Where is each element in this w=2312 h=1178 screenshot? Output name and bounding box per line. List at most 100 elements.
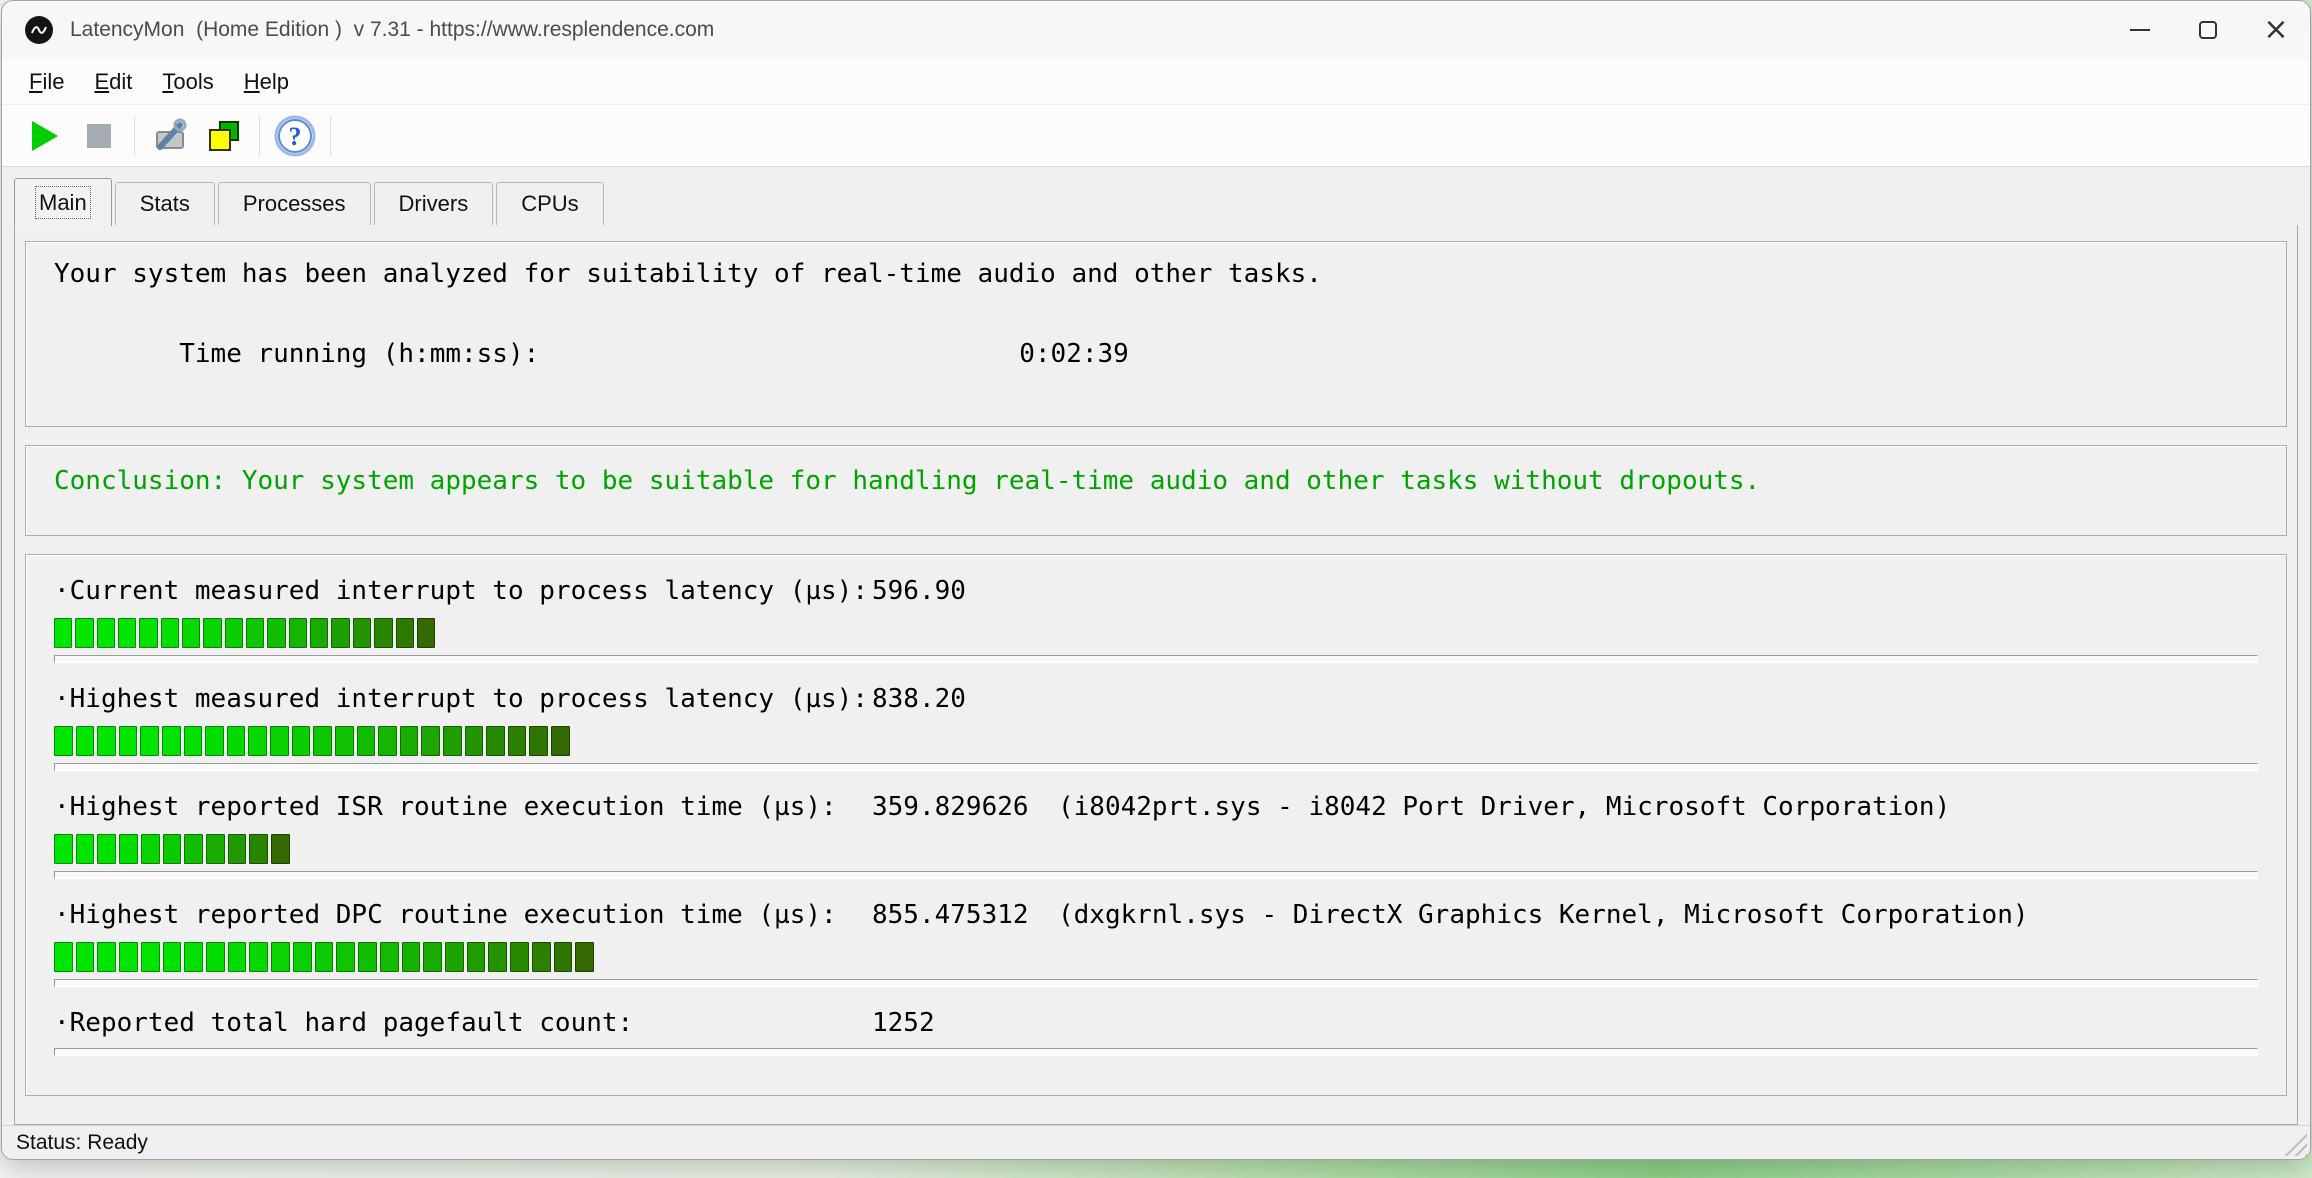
bar-segment: [417, 618, 435, 648]
tab-main[interactable]: Main: [14, 178, 112, 226]
metric-text: ·Highest measured interrupt to process l…: [54, 681, 2258, 717]
bar-segment: [378, 726, 397, 756]
copy-report-icon: [204, 116, 244, 156]
bar-segment: [508, 726, 527, 756]
metric-row: ·Highest reported DPC routine execution …: [54, 897, 2258, 987]
metric-label-cell: ·Reported total hard pagefault count:: [54, 1005, 872, 1041]
toolbar: ?: [2, 105, 2310, 167]
bar-segment: [119, 726, 138, 756]
bar-segment: [139, 618, 157, 648]
svg-text:?: ?: [289, 122, 302, 151]
bar-segment: [310, 618, 328, 648]
metric-bar: [54, 726, 2258, 756]
close-icon: ×: [2263, 15, 2288, 45]
metric-bullet: ·: [54, 684, 70, 714]
metric-label: Highest measured interrupt to process la…: [70, 684, 868, 714]
bar-segment: [203, 618, 221, 648]
tab-cpus[interactable]: CPUs: [496, 182, 603, 225]
time-running-value: 0:02:39: [1019, 339, 1129, 369]
bar-segment: [162, 726, 181, 756]
metric-label: Current measured interrupt to process la…: [70, 576, 868, 606]
analysis-line: Your system has been analyzed for suitab…: [54, 254, 2258, 294]
bar-segment: [486, 726, 505, 756]
main-tab-page: Your system has been analyzed for suitab…: [14, 224, 2298, 1125]
metric-label: Reported total hard pagefault count:: [70, 1008, 634, 1038]
conclusion-box: Conclusion: Your system appears to be su…: [25, 445, 2287, 536]
metric-bar: [54, 942, 2258, 972]
help-button[interactable]: ?: [268, 111, 322, 161]
bar-segment: [353, 618, 371, 648]
metric-bar-groove: [54, 1048, 2258, 1056]
menu-file[interactable]: File: [14, 63, 79, 101]
bar-segment: [163, 942, 182, 972]
toolbar-separator: [134, 116, 135, 156]
metric-bar-fill: [54, 834, 290, 864]
start-monitor-button[interactable]: [18, 111, 72, 161]
close-button[interactable]: ×: [2242, 1, 2310, 59]
bar-segment: [246, 618, 264, 648]
bar-segment: [529, 726, 548, 756]
app-icon[interactable]: [24, 15, 54, 45]
metrics-box: · Current measured interrupt to process l…: [25, 554, 2287, 1096]
bar-segment: [76, 834, 95, 864]
bar-segment: [358, 942, 377, 972]
bar-segment: [554, 942, 573, 972]
minimize-icon: [2130, 29, 2150, 31]
bar-segment: [119, 942, 138, 972]
menu-help[interactable]: Help: [229, 63, 304, 101]
bar-segment: [184, 726, 203, 756]
bar-segment: [575, 942, 594, 972]
metric-row: ·Highest measured interrupt to process l…: [54, 681, 2258, 771]
bar-segment: [248, 726, 267, 756]
bar-segment: [184, 942, 203, 972]
bar-segment: [97, 942, 116, 972]
bar-segment: [335, 726, 354, 756]
menu-edit[interactable]: Edit: [79, 63, 147, 101]
bar-segment: [75, 618, 93, 648]
resize-grip[interactable]: [2283, 1132, 2307, 1156]
bar-segment: [97, 834, 116, 864]
metric-value: 359.829626: [872, 789, 1058, 825]
tab-drivers-label: Drivers: [399, 191, 469, 216]
metric-text: ·Highest reported ISR routine execution …: [54, 789, 2258, 825]
bar-segment: [267, 618, 285, 648]
tab-drivers[interactable]: Drivers: [374, 182, 494, 225]
options-icon: [150, 116, 190, 156]
title-bar[interactable]: LatencyMon (Home Edition ) v 7.31 - http…: [2, 1, 2310, 59]
bar-segment: [182, 618, 200, 648]
bar-segment: [532, 942, 551, 972]
bar-segment: [374, 618, 392, 648]
bar-segment: [271, 834, 290, 864]
bar-segment: [271, 942, 290, 972]
metric-label-cell: ·Highest measured interrupt to process l…: [54, 681, 872, 717]
bar-segment: [54, 726, 73, 756]
bar-segment: [97, 618, 115, 648]
minimize-button[interactable]: [2106, 1, 2174, 59]
tab-stats[interactable]: Stats: [115, 182, 215, 225]
metric-value: 596.90: [872, 573, 1058, 609]
stop-monitor-button[interactable]: [72, 111, 126, 161]
tab-processes[interactable]: Processes: [218, 182, 371, 225]
bar-segment: [551, 726, 570, 756]
maximize-button[interactable]: [2174, 1, 2242, 59]
bar-segment: [292, 726, 311, 756]
metric-bar-groove: [54, 871, 2258, 879]
options-button[interactable]: [143, 111, 197, 161]
metric-detail: (i8042prt.sys - i8042 Port Driver, Micro…: [1058, 792, 1950, 822]
metric-label: Highest reported DPC routine execution t…: [70, 900, 837, 930]
metric-row: ·Reported total hard pagefault count:125…: [54, 1005, 2258, 1056]
tab-processes-label: Processes: [243, 191, 346, 216]
metric-text: ·Highest reported DPC routine execution …: [54, 897, 2258, 933]
bar-segment: [205, 726, 224, 756]
metric-label-cell: ·Current measured interrupt to process l…: [54, 573, 872, 609]
bar-segment: [400, 726, 419, 756]
copy-report-button[interactable]: [197, 111, 251, 161]
bar-segment: [331, 618, 349, 648]
status-bar: Status: Ready: [2, 1125, 2310, 1159]
metric-bullet: ·: [54, 792, 70, 822]
bar-segment: [443, 726, 462, 756]
menu-tools[interactable]: Tools: [147, 63, 228, 101]
tab-main-label: Main: [39, 190, 87, 215]
metric-bar-groove: [54, 655, 2258, 663]
bar-segment: [488, 942, 507, 972]
